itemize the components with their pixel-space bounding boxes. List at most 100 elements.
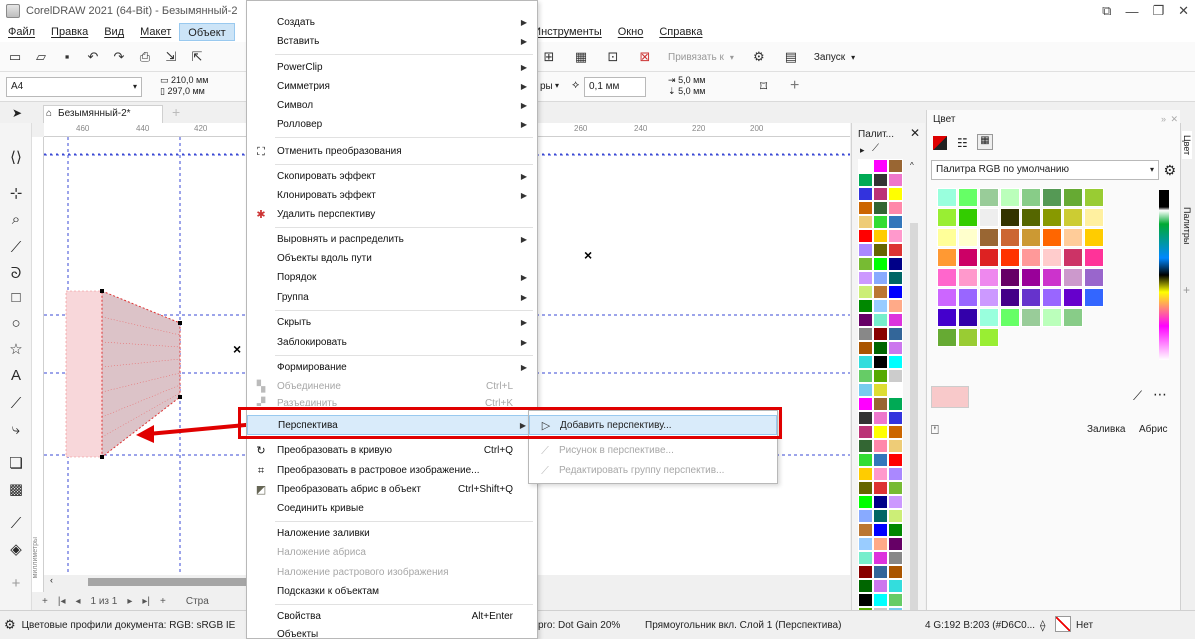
- dock-swatch[interactable]: [1021, 208, 1041, 227]
- menu-item-align-distribute[interactable]: Выровнять и распределить ▶: [247, 230, 537, 250]
- add-page-icon[interactable]: +: [42, 596, 48, 607]
- dock-swatch[interactable]: [958, 268, 978, 287]
- palette-swatch[interactable]: [858, 341, 873, 355]
- menu-item-powerclip[interactable]: PowerClip ▶: [247, 58, 537, 78]
- add-tool-icon[interactable]: +: [6, 573, 26, 593]
- menu-layout[interactable]: Макет: [132, 23, 179, 41]
- tint-strip[interactable]: [1159, 190, 1169, 360]
- color-profile-icon[interactable]: ⚙: [4, 617, 16, 633]
- palette-swatch[interactable]: [858, 187, 873, 201]
- docker-tab-palettes[interactable]: Палитры: [1182, 203, 1192, 248]
- palette-swatch[interactable]: [888, 383, 903, 397]
- palette-swatch[interactable]: [873, 229, 888, 243]
- freehand-pick-icon[interactable]: ⟨⟩: [6, 147, 26, 167]
- palette-close-icon[interactable]: ✕: [910, 126, 920, 140]
- palette-swatch[interactable]: [858, 159, 873, 173]
- palette-swatch[interactable]: [873, 593, 888, 607]
- palette-swatch[interactable]: [858, 355, 873, 369]
- palette-swatch[interactable]: [873, 355, 888, 369]
- menu-item-convert-to-bitmap[interactable]: ⌗ Преобразовать в растровое изображение..…: [247, 461, 537, 481]
- dock-swatch[interactable]: [958, 288, 978, 307]
- launch-icon[interactable]: ▤: [782, 48, 800, 66]
- dock-swatch[interactable]: [1000, 308, 1020, 327]
- menu-item-draw-in-perspective[interactable]: ⟋ Рисунок в перспективе...: [529, 441, 777, 461]
- menu-item-overprint-bitmap[interactable]: Наложение растрового изображения: [247, 563, 537, 583]
- palette-swatch[interactable]: [858, 299, 873, 313]
- dock-swatch[interactable]: [979, 248, 999, 267]
- dock-swatch[interactable]: [979, 268, 999, 287]
- dock-swatch[interactable]: [1021, 268, 1041, 287]
- menu-item-insert[interactable]: Вставить ▶: [247, 32, 537, 52]
- dock-swatch[interactable]: [1063, 268, 1083, 287]
- menu-item-lock[interactable]: Заблокировать ▶: [247, 333, 537, 353]
- dock-swatch[interactable]: [1063, 188, 1083, 207]
- palette-swatches[interactable]: [858, 159, 904, 639]
- palette-swatch[interactable]: [873, 173, 888, 187]
- ellipse-icon[interactable]: ○: [6, 313, 26, 333]
- connector-icon[interactable]: ⤷: [6, 419, 26, 439]
- open-icon[interactable]: ▱: [32, 48, 50, 66]
- palette-swatch[interactable]: [873, 579, 888, 593]
- dock-swatch[interactable]: [1063, 308, 1083, 327]
- palette-swatch[interactable]: [858, 201, 873, 215]
- palette-swatch[interactable]: [858, 257, 873, 271]
- color-viewer-icon[interactable]: [933, 136, 947, 150]
- dock-collapse-icon[interactable]: »: [1161, 114, 1166, 124]
- palette-swatch[interactable]: [858, 229, 873, 243]
- dock-swatch[interactable]: [1000, 268, 1020, 287]
- transparency-icon[interactable]: ▩: [6, 479, 26, 499]
- menu-item-hide[interactable]: Скрыть ▶: [247, 313, 537, 333]
- palette-swatch[interactable]: [888, 369, 903, 383]
- dock-swatch[interactable]: [937, 228, 957, 247]
- palette-swatch[interactable]: [873, 509, 888, 523]
- units-fragment[interactable]: ры: [540, 81, 553, 92]
- color-sliders-icon[interactable]: ☷: [957, 136, 968, 150]
- docker-tab-color[interactable]: Цвет: [1182, 131, 1192, 160]
- add-icon[interactable]: +: [790, 77, 799, 95]
- snap-to-dropdown[interactable]: Привязать к: [668, 52, 724, 63]
- menu-edit[interactable]: Правка: [43, 23, 96, 41]
- palette-swatch[interactable]: [888, 341, 903, 355]
- menu-item-clear-perspective[interactable]: ✱ Удалить перспективу: [247, 205, 537, 225]
- palette-swatch[interactable]: [888, 285, 903, 299]
- palette-swatch[interactable]: [888, 355, 903, 369]
- prev-page-icon[interactable]: ◂: [75, 596, 80, 607]
- palette-swatch[interactable]: [888, 257, 903, 271]
- restore-tile-icon[interactable]: ⧉: [1102, 3, 1111, 19]
- menu-item-object-hints[interactable]: Подсказки к объектам: [247, 582, 537, 602]
- dock-swatch[interactable]: [958, 308, 978, 327]
- palette-swatch[interactable]: [873, 397, 888, 411]
- dock-swatch[interactable]: [1000, 188, 1020, 207]
- undo-icon[interactable]: ↶: [84, 48, 102, 66]
- palette-swatch[interactable]: [888, 495, 903, 509]
- dock-swatch[interactable]: [1063, 288, 1083, 307]
- redo-icon[interactable]: ↷: [110, 48, 128, 66]
- palette-swatch[interactable]: [858, 397, 873, 411]
- palette-swatch[interactable]: [873, 257, 888, 271]
- palette-swatch[interactable]: [888, 229, 903, 243]
- palette-swatch[interactable]: [873, 285, 888, 299]
- menu-item-copy-effect[interactable]: Скопировать эффект ▶: [247, 167, 537, 187]
- palette-swatch[interactable]: [888, 523, 903, 537]
- palette-swatch[interactable]: [873, 411, 888, 425]
- dock-swatch[interactable]: [1084, 288, 1104, 307]
- palette-swatch[interactable]: [888, 215, 903, 229]
- menu-help[interactable]: Справка: [651, 23, 710, 41]
- palette-swatch[interactable]: [888, 243, 903, 257]
- nudge-field[interactable]: 0,1 мм: [584, 77, 646, 97]
- palette-swatch[interactable]: [873, 201, 888, 215]
- dock-swatch[interactable]: [1042, 268, 1062, 287]
- current-color-swatch[interactable]: [931, 386, 969, 408]
- menu-item-join-curves[interactable]: Соединить кривые: [247, 499, 537, 519]
- palette-swatch[interactable]: [888, 271, 903, 285]
- dock-swatch[interactable]: [937, 208, 957, 227]
- minimize-icon[interactable]: —: [1125, 4, 1138, 19]
- fill-button[interactable]: Заливка: [1087, 424, 1126, 435]
- dock-swatch[interactable]: [958, 188, 978, 207]
- dock-swatch[interactable]: [979, 188, 999, 207]
- new-document-icon[interactable]: ▭: [6, 48, 24, 66]
- palette-swatch[interactable]: [873, 495, 888, 509]
- table-icon[interactable]: ▦: [572, 48, 590, 66]
- palette-swatch[interactable]: [873, 467, 888, 481]
- menu-item-rollover[interactable]: Ролловер ▶: [247, 115, 537, 135]
